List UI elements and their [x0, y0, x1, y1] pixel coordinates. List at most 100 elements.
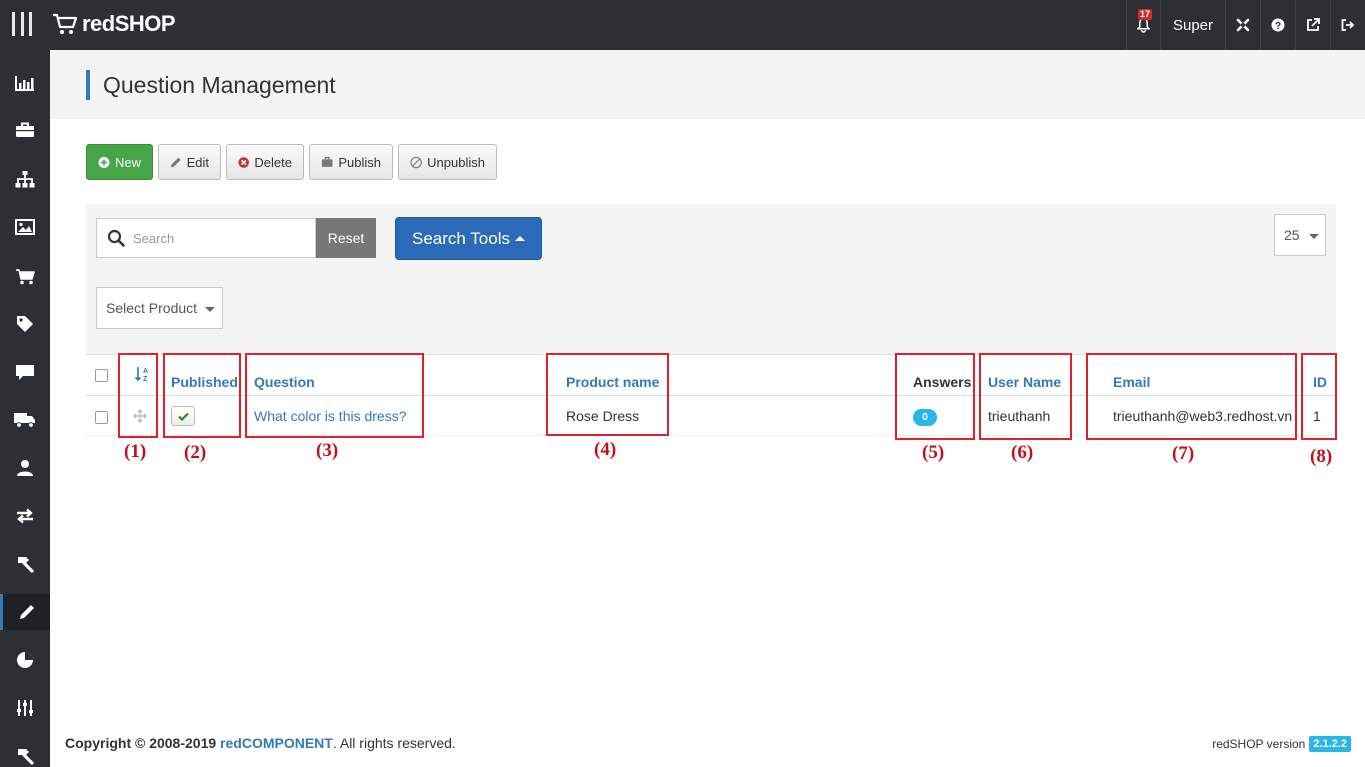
- product-filter-select[interactable]: Select Product: [96, 287, 223, 329]
- svg-text:?: ?: [1275, 21, 1281, 32]
- version-label: redSHOP version: [1212, 737, 1306, 751]
- plus-circle-icon: [98, 156, 110, 168]
- annotation-box-7: [1086, 353, 1297, 440]
- pie-chart-icon: [17, 652, 33, 668]
- unpublish-button[interactable]: Unpublish: [398, 144, 497, 180]
- brand-name: redSHOP: [82, 11, 176, 36]
- comment-icon: [16, 364, 34, 380]
- cart-icon: [16, 268, 35, 284]
- hammer-icon: [18, 557, 34, 573]
- pencil-icon: [19, 605, 34, 619]
- publish-button[interactable]: Publish: [309, 144, 393, 180]
- annotation-box-3: [245, 353, 424, 438]
- copyright-text: Copyright © 2008-2019: [65, 735, 217, 751]
- annotation-label-6: (6): [1011, 442, 1034, 463]
- annotation-box-2: [163, 353, 241, 438]
- annotation-box-4: [546, 353, 669, 436]
- bar-chart-icon: [15, 76, 34, 91]
- page-header: Question Management: [50, 50, 1365, 119]
- search-tools-button[interactable]: Search Tools: [395, 217, 542, 260]
- delete-button-label: Delete: [254, 154, 292, 170]
- copyright-suffix: . All rights reserved.: [332, 735, 456, 751]
- list-limit-select[interactable]: 25: [1274, 214, 1326, 256]
- sidebar-item-configuration[interactable]: [0, 690, 50, 726]
- brand-logo[interactable]: redSHOP: [52, 9, 176, 39]
- search-icon: [107, 229, 125, 247]
- top-bar: redSHOP 17 Super ?: [0, 0, 1365, 50]
- select-all-checkbox[interactable]: [95, 369, 108, 382]
- product-filter-value: Select Product: [106, 300, 198, 316]
- chevron-down-icon: [1309, 234, 1319, 239]
- annotation-label-4: (4): [594, 439, 617, 460]
- publish-button-label: Publish: [338, 154, 381, 170]
- search-input[interactable]: [133, 230, 303, 246]
- notification-count-badge: 17: [1137, 9, 1152, 20]
- unpublish-icon: [410, 156, 422, 168]
- user-icon: [17, 460, 33, 476]
- joomla-icon: [1236, 18, 1250, 32]
- top-right-menu: 17 Super ?: [1125, 0, 1365, 50]
- new-button-label: New: [114, 154, 141, 170]
- annotation-box-8: [1301, 353, 1337, 440]
- sliders-icon: [17, 700, 33, 716]
- sidebar-item-communication[interactable]: [0, 354, 50, 390]
- annotation-label-1: (1): [124, 441, 147, 462]
- annotation-label-7: (7): [1172, 443, 1195, 464]
- annotation-label-8: (8): [1310, 446, 1333, 467]
- version-badge: 2.1.2.2: [1309, 736, 1351, 752]
- sitemap-icon: [15, 170, 35, 187]
- annotation-box-1: [118, 353, 158, 438]
- annotation-label-2: (2): [184, 442, 207, 463]
- sidebar-item-questions[interactable]: [0, 594, 50, 630]
- footer-version: redSHOP version 2.1.2.2: [1212, 736, 1351, 752]
- external-link-button[interactable]: [1295, 0, 1330, 50]
- reset-button[interactable]: Reset: [316, 218, 376, 258]
- sidebar-item-media[interactable]: [0, 209, 50, 245]
- sidebar: [0, 50, 50, 767]
- unpublish-button-label: Unpublish: [427, 154, 485, 170]
- hammer-icon: [18, 749, 34, 765]
- annotation-box-5: [895, 353, 975, 440]
- user-menu[interactable]: Super: [1159, 0, 1225, 50]
- help-button[interactable]: ?: [1260, 0, 1295, 50]
- delete-button[interactable]: Delete: [226, 144, 304, 180]
- menu-toggle-icon[interactable]: [12, 12, 32, 36]
- annotation-label-5: (5): [922, 442, 945, 463]
- briefcase-icon: [16, 122, 34, 137]
- sidebar-item-tools-2[interactable]: [0, 738, 50, 767]
- sidebar-item-tools[interactable]: [0, 546, 50, 582]
- sidebar-item-statistics[interactable]: [0, 65, 50, 101]
- sidebar-item-import-export[interactable]: [0, 498, 50, 534]
- publish-icon: [321, 156, 333, 167]
- list-limit-value: 25: [1284, 227, 1300, 243]
- delete-icon: [238, 156, 249, 168]
- page-title: Question Management: [86, 70, 336, 100]
- new-button[interactable]: New: [86, 144, 153, 180]
- sidebar-item-users[interactable]: [0, 450, 50, 486]
- annotation-label-3: (3): [316, 440, 339, 461]
- tag-icon: [17, 316, 33, 332]
- edit-button[interactable]: Edit: [158, 144, 221, 180]
- truck-icon: [14, 413, 35, 428]
- sidebar-item-orders[interactable]: [0, 258, 50, 294]
- notifications-button[interactable]: 17: [1125, 0, 1160, 50]
- annotation-box-6: [979, 353, 1072, 440]
- search-tools-label: Search Tools: [412, 228, 510, 248]
- sidebar-item-reports[interactable]: [0, 642, 50, 678]
- cart-logo-icon: [53, 13, 78, 34]
- sidebar-item-categories[interactable]: [0, 161, 50, 197]
- sidebar-item-products[interactable]: [0, 112, 50, 148]
- sidebar-item-discounts[interactable]: [0, 306, 50, 342]
- logout-button[interactable]: [1330, 0, 1365, 50]
- row-checkbox[interactable]: [95, 411, 108, 424]
- image-icon: [15, 219, 35, 235]
- exchange-icon: [17, 508, 33, 524]
- joomla-button[interactable]: [1225, 0, 1260, 50]
- company-link[interactable]: redCOMPONENT: [220, 735, 333, 751]
- sidebar-item-shipping[interactable]: [0, 402, 50, 438]
- external-link-icon: [1307, 18, 1320, 31]
- edit-icon: [170, 157, 181, 167]
- caret-up-icon: [514, 236, 525, 241]
- footer-copyright: Copyright © 2008-2019 redCOMPONENT. All …: [65, 735, 456, 751]
- chevron-down-icon: [205, 307, 215, 312]
